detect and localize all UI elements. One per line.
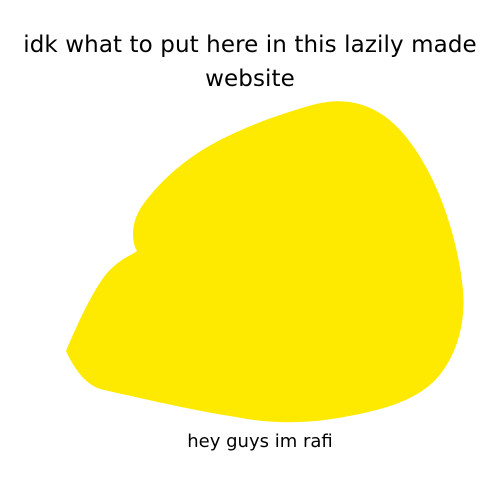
yellow-blob-icon — [66, 101, 464, 423]
caption-text: hey guys im rafi — [187, 431, 333, 452]
yellow-blob-shape — [66, 101, 464, 423]
